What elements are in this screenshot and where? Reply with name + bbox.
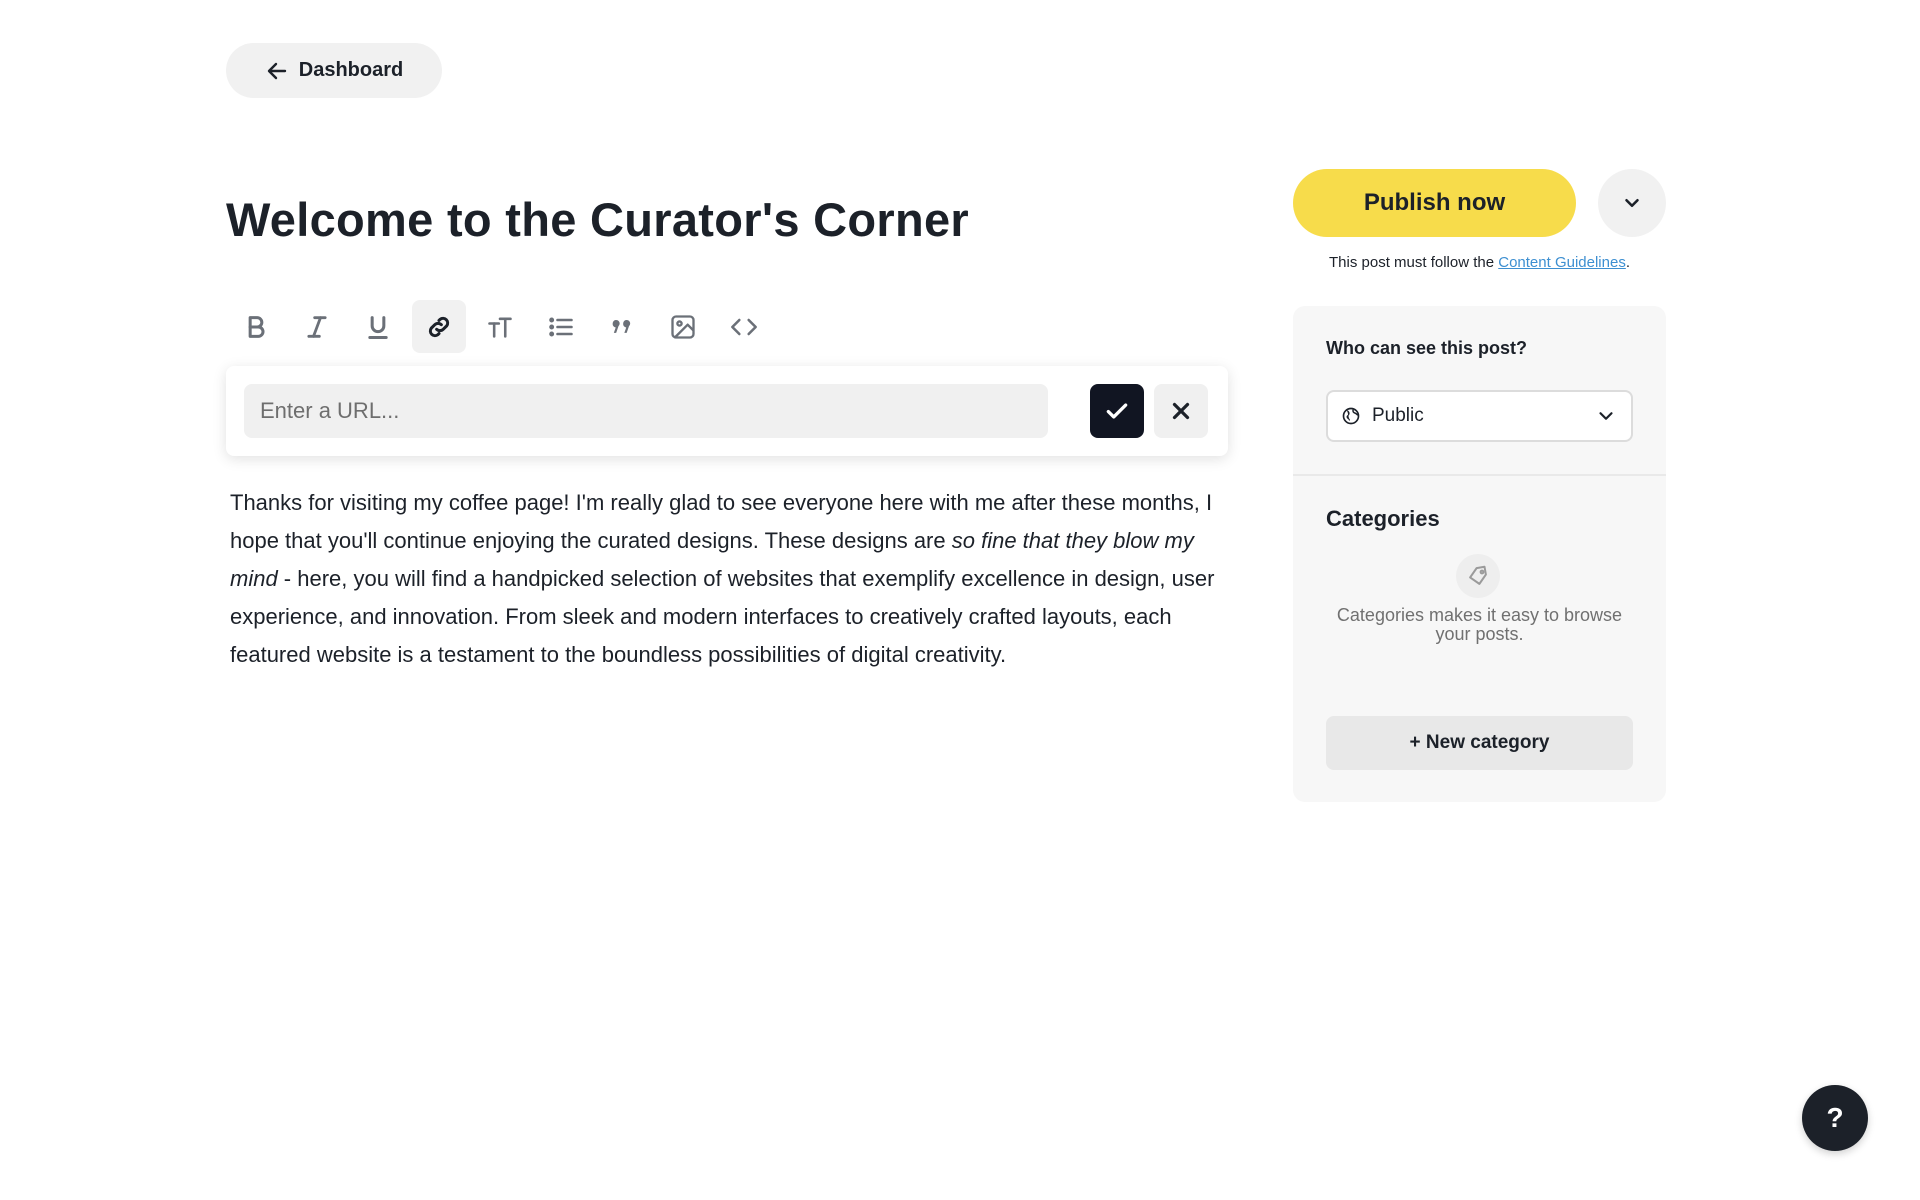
image-icon: [671, 314, 695, 339]
publish-label: Publish now: [1363, 189, 1506, 216]
underline-icon: [368, 315, 388, 339]
guidelines-note: This post must follow the Content Guidel…: [1293, 254, 1666, 271]
panel-divider: [1293, 474, 1666, 476]
link-button[interactable]: [412, 300, 466, 353]
guidelines-suffix: .: [1625, 254, 1630, 271]
visibility-label: Who can see this post?: [1326, 338, 1528, 358]
page: Dashboard Welcome to the Curator's Corne…: [0, 0, 1920, 1200]
help-icon: ?: [1826, 1102, 1844, 1133]
globe-icon: [1342, 407, 1360, 425]
body-text-part: - here, you will find a handpicked selec…: [230, 566, 1215, 667]
publish-now-button[interactable]: Publish now: [1293, 169, 1576, 237]
categories-empty-text: Categories makes it easy to browse your …: [1336, 605, 1623, 644]
italic-icon: [307, 315, 327, 338]
new-category-label: + New category: [1409, 732, 1550, 753]
text-size-icon: [488, 317, 512, 338]
italic-button[interactable]: [290, 300, 344, 353]
link-url-popup: [226, 366, 1228, 456]
bullet-list-button[interactable]: [534, 300, 588, 353]
help-button[interactable]: ?: [1802, 1085, 1868, 1151]
code-icon: [731, 318, 757, 335]
underline-button[interactable]: [351, 300, 405, 353]
chevron-down-icon: [1625, 198, 1639, 208]
bold-icon: [248, 315, 265, 338]
code-button[interactable]: [717, 300, 771, 353]
confirm-link-button[interactable]: [1090, 384, 1144, 438]
publish-options-button[interactable]: [1598, 169, 1666, 237]
new-category-button[interactable]: + New category: [1326, 716, 1633, 770]
close-icon: [1172, 402, 1190, 420]
link-icon: [428, 316, 450, 337]
post-body[interactable]: Thanks for visiting my coffee page! I'm …: [230, 484, 1230, 674]
post-title[interactable]: Welcome to the Curator's Corner: [226, 192, 969, 247]
arrow-left-icon: [267, 62, 286, 79]
back-to-dashboard-button[interactable]: Dashboard: [226, 43, 442, 98]
image-button[interactable]: [656, 300, 710, 353]
post-settings-panel: Who can see this post? Public Categories…: [1293, 306, 1666, 802]
url-input[interactable]: [244, 384, 1048, 438]
back-label: Dashboard: [298, 59, 404, 81]
bold-button[interactable]: [229, 300, 283, 353]
categories-heading: Categories: [1326, 506, 1440, 531]
chevron-down-icon: [1599, 412, 1613, 420]
visibility-value: Public: [1372, 405, 1424, 426]
tag-icon-container: [1456, 554, 1500, 598]
checkmark-icon: [1106, 403, 1128, 419]
content-guidelines-link[interactable]: Content Guidelines: [1498, 254, 1626, 271]
list-icon: [549, 317, 573, 336]
visibility-select[interactable]: Public: [1326, 390, 1633, 442]
cancel-link-button[interactable]: [1154, 384, 1208, 438]
guidelines-prefix: This post must follow the: [1329, 254, 1499, 271]
tag-icon: [1469, 565, 1487, 585]
quote-button[interactable]: [595, 300, 649, 353]
text-size-button[interactable]: [473, 300, 527, 353]
quote-icon: [612, 319, 631, 333]
formatting-toolbar: [229, 300, 771, 353]
